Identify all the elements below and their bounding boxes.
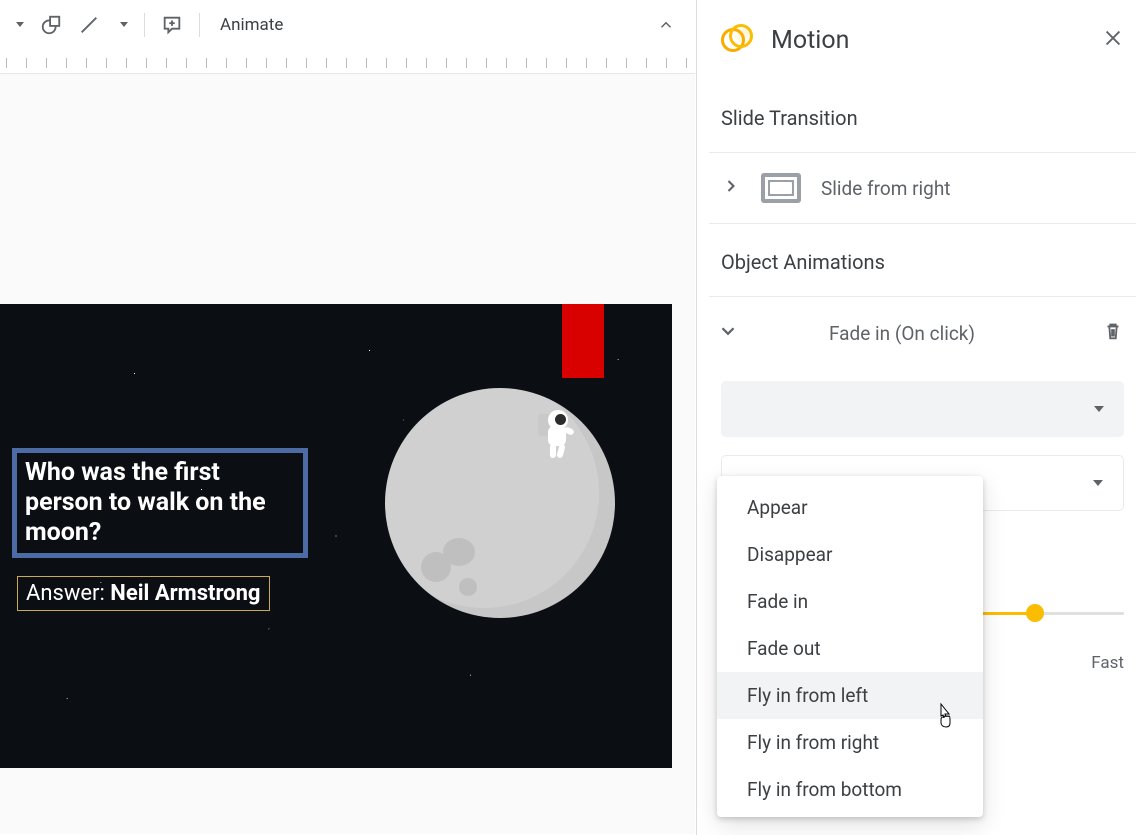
answer-text: Answer: Neil Armstrong (26, 581, 261, 606)
object-animations-heading: Object Animations (697, 224, 1148, 296)
question-text: Who was the first person to walk on the … (25, 458, 295, 548)
delete-animation-icon[interactable] (1102, 319, 1124, 347)
slide[interactable]: Who was the first person to walk on the … (0, 304, 672, 768)
slide-transition-heading: Slide Transition (697, 80, 1148, 152)
toolbar-separator (199, 13, 200, 37)
chevron-down-icon (1093, 480, 1103, 486)
animation-type-dropdown[interactable]: AppearDisappearFade inFade out Fly in fro… (717, 476, 983, 817)
motion-panel-title: Motion (771, 26, 849, 55)
slide-transition-row[interactable]: Slide from right (697, 153, 1148, 223)
animation-type-select[interactable] (721, 381, 1124, 437)
cursor-pointer-icon (935, 702, 955, 726)
answer-text-box[interactable]: Answer: Neil Armstrong (17, 576, 270, 611)
dropdown-item[interactable]: Fly in from bottom (717, 766, 983, 813)
red-rectangle-shape[interactable] (562, 304, 604, 378)
line-tool-icon[interactable] (72, 7, 106, 43)
dropdown-item[interactable]: Disappear (717, 531, 983, 578)
insert-comment-icon[interactable] (155, 7, 189, 43)
toolbar: Animate (0, 0, 695, 50)
motion-icon (721, 24, 753, 56)
slide-icon (761, 173, 801, 203)
shape-tool-icon[interactable] (34, 7, 68, 43)
slide-transition-label: Slide from right (821, 177, 951, 200)
collapse-toolbar-icon[interactable] (655, 14, 677, 36)
toolbar-separator (144, 13, 145, 37)
chevron-right-icon (721, 176, 741, 200)
dropdown-item[interactable]: Appear (717, 484, 983, 531)
toolbar-dropdown-caret-2[interactable] (110, 7, 134, 43)
animation-summary-label: Fade in (On click) (829, 322, 975, 345)
chevron-down-icon (717, 320, 739, 346)
dropdown-item[interactable]: Fade in (717, 578, 983, 625)
dropdown-item[interactable]: Fade out (717, 625, 983, 672)
fast-label: Fast (1091, 653, 1124, 673)
slide-canvas[interactable]: Who was the first person to walk on the … (0, 74, 695, 834)
chevron-down-icon (1094, 406, 1104, 412)
ruler (0, 50, 695, 74)
close-panel-icon[interactable] (1102, 27, 1124, 53)
astronaut-shape[interactable] (536, 410, 576, 460)
motion-panel-header: Motion (697, 0, 1148, 80)
toolbar-dropdown-caret-1[interactable] (6, 7, 30, 43)
question-text-box[interactable]: Who was the first person to walk on the … (12, 448, 308, 558)
moon-shape[interactable] (385, 388, 615, 618)
object-animation-row[interactable]: Fade in (On click) (697, 297, 1148, 369)
animate-button[interactable]: Animate (220, 15, 283, 35)
